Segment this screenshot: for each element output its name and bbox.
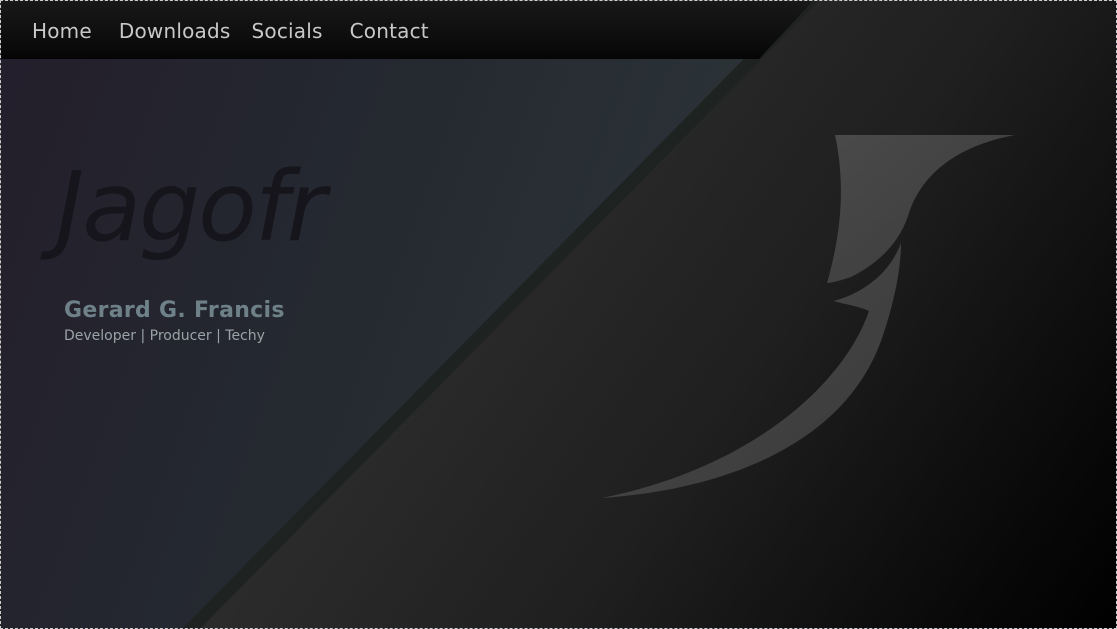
j-logo-lower-stroke (601, 243, 901, 498)
brand-wordmark: Jagofr (56, 151, 326, 263)
j-logo-upper-stroke (827, 135, 1015, 283)
nav-contact-link[interactable]: Contact (350, 19, 429, 43)
owner-name: Gerard G. Francis (64, 298, 285, 323)
nav-menu: Home Downloads Socials Contact (32, 15, 429, 47)
nav-socials-link[interactable]: Socials (252, 19, 323, 43)
owner-tagline: Developer | Producer | Techy (64, 328, 265, 344)
page-background: Home Downloads Socials Contact Jagofr Ge… (0, 0, 1117, 629)
nav-home-link[interactable]: Home (32, 19, 92, 43)
nav-downloads-link[interactable]: Downloads (119, 19, 231, 43)
j-logo-icon (601, 135, 1015, 498)
